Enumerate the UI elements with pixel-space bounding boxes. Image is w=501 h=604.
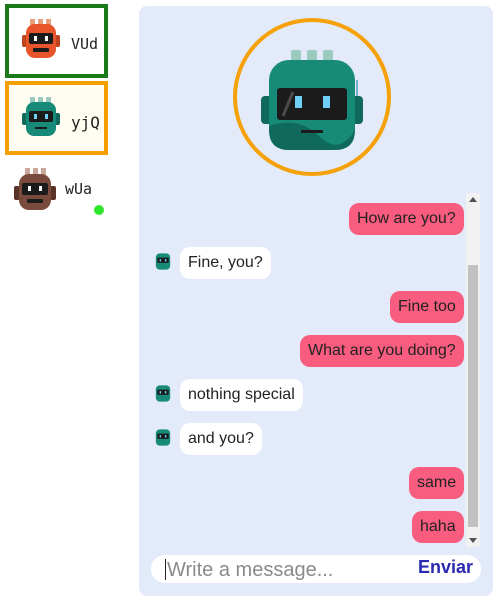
contact-vud[interactable]: VUd xyxy=(5,4,108,78)
online-status-dot xyxy=(94,205,104,215)
chat-avatar xyxy=(233,18,391,176)
robot-avatar-icon xyxy=(152,426,174,453)
message-outgoing: What are you doing? xyxy=(300,335,464,367)
scrollbar-thumb[interactable] xyxy=(468,265,478,527)
message-input[interactable] xyxy=(165,556,409,584)
contact-name: yjQ xyxy=(71,113,100,132)
message-outgoing: haha xyxy=(412,511,464,543)
message-incoming: Fine, you? xyxy=(180,247,271,279)
contact-name: wUa xyxy=(65,180,93,198)
text-caret xyxy=(165,559,166,580)
robot-avatar-icon xyxy=(11,166,59,219)
robot-avatar-icon xyxy=(18,95,64,146)
robot-avatar-icon xyxy=(261,50,363,150)
robot-avatar-icon xyxy=(152,250,174,277)
messages-scrollbar[interactable] xyxy=(466,193,480,547)
message-outgoing: Fine too xyxy=(390,291,464,323)
scroll-down-icon[interactable] xyxy=(469,538,477,543)
contact-name: VUd xyxy=(71,35,99,53)
message-outgoing: How are you? xyxy=(349,203,464,235)
robot-avatar-icon xyxy=(18,17,64,68)
message-outgoing: same xyxy=(409,467,465,499)
message-incoming: and you? xyxy=(180,423,262,455)
send-button[interactable]: Enviar xyxy=(418,557,473,578)
scroll-up-icon[interactable] xyxy=(469,197,477,202)
robot-avatar-icon xyxy=(152,382,174,409)
message-composer: Enviar xyxy=(151,555,481,584)
contact-yjq[interactable]: yjQ xyxy=(5,81,108,155)
message-incoming: nothing special xyxy=(180,379,303,411)
